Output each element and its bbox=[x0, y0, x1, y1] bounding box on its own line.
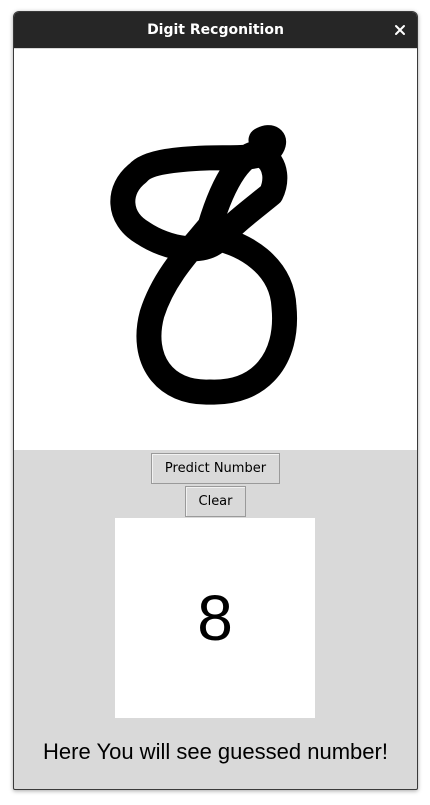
title-bar[interactable]: Digit Recgonition bbox=[14, 12, 417, 48]
prediction-display: 8 bbox=[115, 518, 315, 718]
window-title: Digit Recgonition bbox=[147, 22, 284, 38]
close-button[interactable] bbox=[391, 21, 409, 39]
close-icon bbox=[395, 25, 405, 35]
status-message: Here You will see guessed number! bbox=[43, 739, 388, 764]
drawing-canvas[interactable] bbox=[14, 49, 417, 450]
app-window: Digit Recgonition Predict Number Clear 8… bbox=[13, 11, 418, 790]
predicted-digit: 8 bbox=[197, 582, 233, 654]
handwritten-digit-stroke bbox=[110, 125, 298, 405]
clear-button[interactable]: Clear bbox=[185, 486, 246, 517]
predict-number-button[interactable]: Predict Number bbox=[151, 453, 280, 484]
